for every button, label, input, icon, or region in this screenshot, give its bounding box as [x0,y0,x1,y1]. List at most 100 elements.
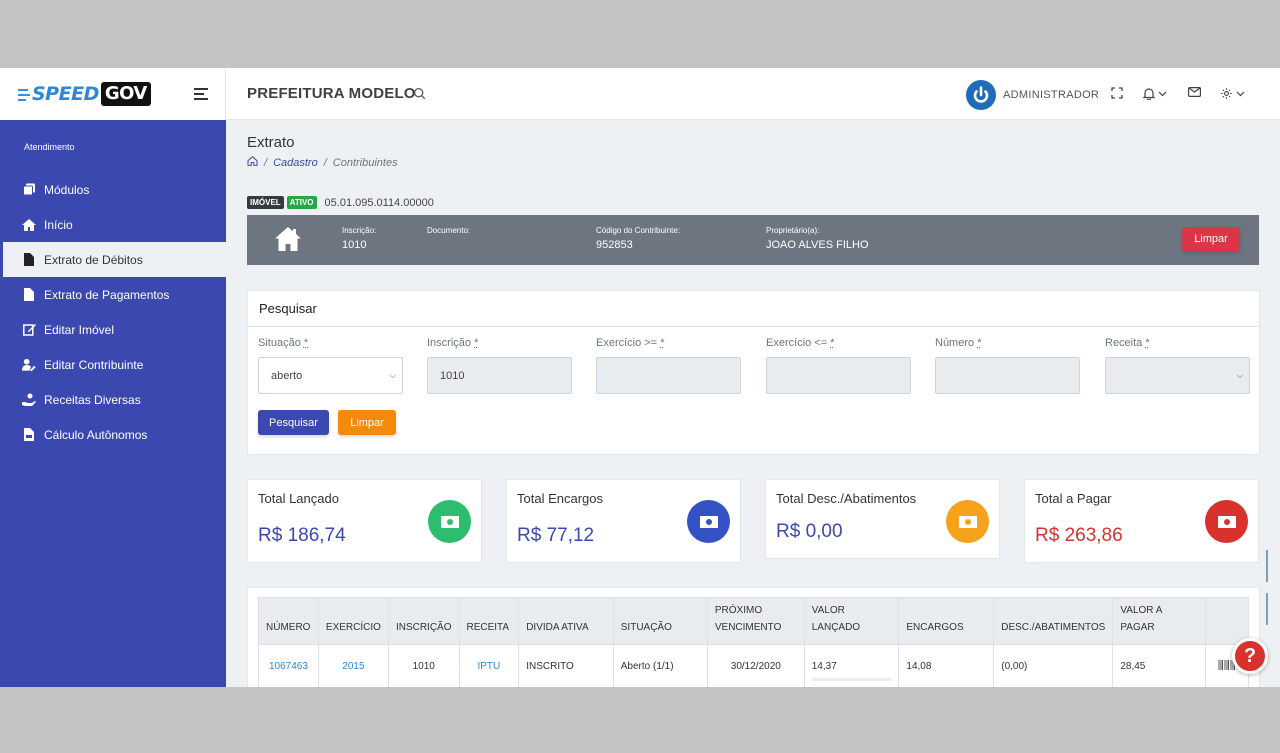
inscricao-input[interactable]: 1010 [427,357,572,394]
breadcrumb-cadastro[interactable]: Cadastro [273,157,318,169]
copy-icon [22,183,36,197]
clear-search-button[interactable]: Limpar [338,410,396,435]
numero-input[interactable] [935,357,1080,394]
type-badge: IMÓVEL [247,196,284,209]
col-valor-lancado[interactable]: VALOR LANÇADO [803,597,900,645]
stat-total-encargos: Total Encargos R$ 77,12 [506,479,741,563]
col-numero[interactable]: NÚMERO [258,597,319,645]
mail-icon[interactable] [1188,87,1201,97]
info-proprietario: Proprietário(a): JOAO ALVES FILHO [766,226,869,251]
cell-vencimento: 30/12/2020 [706,644,805,687]
top-header: PREFEITURA MODELO ADMINISTRADOR [226,68,1280,120]
sidebar-item-extrato-debitos[interactable]: Extrato de Débitos [0,242,226,277]
col-inscricao[interactable]: INSCRIÇÃO [387,597,460,645]
sidebar-item-label: Cálculo Autônomos [44,427,148,442]
info-inscricao: Inscrição: 1010 [342,226,377,251]
sidebar-item-label: Editar Imóvel [44,322,115,337]
debts-table-card: NÚMERO EXERCÍCIO INSCRIÇÃO RECEITA DIVID… [247,587,1260,687]
exercicio-min-input[interactable] [596,357,741,394]
logo-area: SPEED GOV [0,68,226,120]
col-exercicio[interactable]: EXERCÍCIO [317,597,389,645]
sidebar-section-title: Atendimento [24,142,75,152]
file-icon [22,288,36,302]
house-icon [274,226,302,257]
home-icon[interactable] [247,156,258,169]
table-header-row: NÚMERO EXERCÍCIO INSCRIÇÃO RECEITA DIVID… [258,597,1249,645]
sidebar-item-label: Editar Contribuinte [44,357,144,372]
property-tags: IMÓVEL ATIVO 05.01.095.0114.00000 [247,196,434,209]
cell-inscricao: 1010 [387,644,460,687]
receita-select[interactable]: ⌵ [1105,357,1250,394]
help-button[interactable]: ? [1232,638,1268,674]
search-card: Pesquisar Situação * aberto ⌵ Inscrição *… [247,290,1260,455]
sidebar-item-calculo-autonomos[interactable]: Cálculo Autônomos [0,417,226,452]
money-icon [687,500,730,543]
logo-speed-text: SPEED [32,83,99,105]
bell-icon[interactable] [1143,87,1167,100]
scroll-indicator[interactable] [1266,593,1268,625]
sidebar-item-modulos[interactable]: Módulos [0,172,226,207]
col-divida-ativa[interactable]: DIVIDA ATIVA [518,597,614,645]
chevron-down-icon: ⌵ [389,371,396,380]
col-valor-pagar[interactable]: VALOR A PAGAR [1112,597,1207,645]
debts-table: NÚMERO EXERCÍCIO INSCRIÇÃO RECEITA DIVID… [258,597,1249,687]
clear-property-button[interactable]: Limpar [1182,227,1240,251]
col-situacao[interactable]: SITUAÇÃO [612,597,708,645]
property-code: 05.01.095.0114.00000 [324,196,434,209]
situacao-select[interactable]: aberto ⌵ [258,357,403,394]
table-row: 1067463 2015 1010 IPTU INSCRITO Aberto (… [258,644,1249,687]
field-situacao: Situação * aberto ⌵ [258,337,403,394]
col-actions [1205,597,1249,645]
file-icon [22,253,36,267]
field-exercicio-min: Exercício >= * [596,337,741,394]
hand-coin-icon [22,393,36,407]
col-proximo-vencimento[interactable]: PRÓXIMO VENCIMENTO [706,597,805,645]
search-button[interactable]: Pesquisar [258,410,329,435]
status-badge: ATIVO [286,196,317,209]
user-menu[interactable]: ADMINISTRADOR [966,80,1099,110]
breadcrumb-contribuintes: Contribuintes [332,156,398,169]
col-desc-abatimentos[interactable]: DESC./ABATIMENTOS [993,597,1114,645]
stat-total-pagar: Total a Pagar R$ 263,86 [1024,479,1259,563]
sidebar-item-inicio[interactable]: Início [0,207,226,242]
sidebar-item-editar-contribuinte[interactable]: Editar Contribuinte [0,347,226,382]
property-info-bar: Inscrição: 1010 Documento: Código do Con… [247,215,1259,265]
stat-total-desc: Total Desc./Abatimentos R$ 0,00 [765,479,1000,559]
cell-encargos: 14,08 [898,644,995,687]
scroll-indicator[interactable] [1266,550,1268,582]
main-content: Extrato / Cadastro / Contribuintes IMÓVE… [247,120,1260,687]
user-name: ADMINISTRADOR [1003,89,1100,101]
cell-desc: (0,00) [993,644,1114,687]
field-receita: Receita * ⌵ [1105,337,1250,394]
sidebar-item-label: Início [44,217,73,232]
page-title: Extrato [247,134,295,151]
field-inscricao: Inscrição * 1010 [427,337,572,394]
menu-toggle-icon[interactable] [194,88,210,100]
sidebar-item-extrato-pagamentos[interactable]: Extrato de Pagamentos [0,277,226,312]
sidebar-item-editar-imovel[interactable]: Editar Imóvel [0,312,226,347]
info-codigo-contribuinte: Código do Contribuinte: 952853 [596,226,681,251]
stat-total-lancado: Total Lançado R$ 186,74 [247,479,482,563]
sidebar-item-label: Receitas Diversas [44,392,141,407]
speedgov-logo[interactable]: SPEED GOV [18,82,151,106]
page-org-title: PREFEITURA MODELO [247,85,416,102]
field-numero: Número * [935,337,1080,394]
cell-situacao: Aberto (1/1) [612,644,708,687]
exercicio-max-input[interactable] [766,357,911,394]
file-invoice-icon [22,428,36,442]
cell-valor-pagar: 28,45 [1112,644,1207,687]
col-receita[interactable]: RECEITA [458,597,520,645]
search-icon[interactable] [413,87,426,105]
debt-year-link[interactable]: 2015 [342,661,364,672]
money-icon [946,500,989,543]
sidebar: Atendimento Módulos Início Extrato de Dé… [0,120,226,687]
col-encargos[interactable]: ENCARGOS [898,597,995,645]
sidebar-item-receitas-diversas[interactable]: Receitas Diversas [0,382,226,417]
fullscreen-icon[interactable] [1111,87,1123,99]
field-exercicio-max: Exercício <= * [766,337,911,394]
debt-number-link[interactable]: 1067463 [269,661,308,672]
cell-valor-lancado: 14,37 [803,644,900,687]
debt-receita-link[interactable]: IPTU [477,661,500,672]
user-edit-icon [22,358,36,372]
gear-icon[interactable] [1220,87,1245,100]
